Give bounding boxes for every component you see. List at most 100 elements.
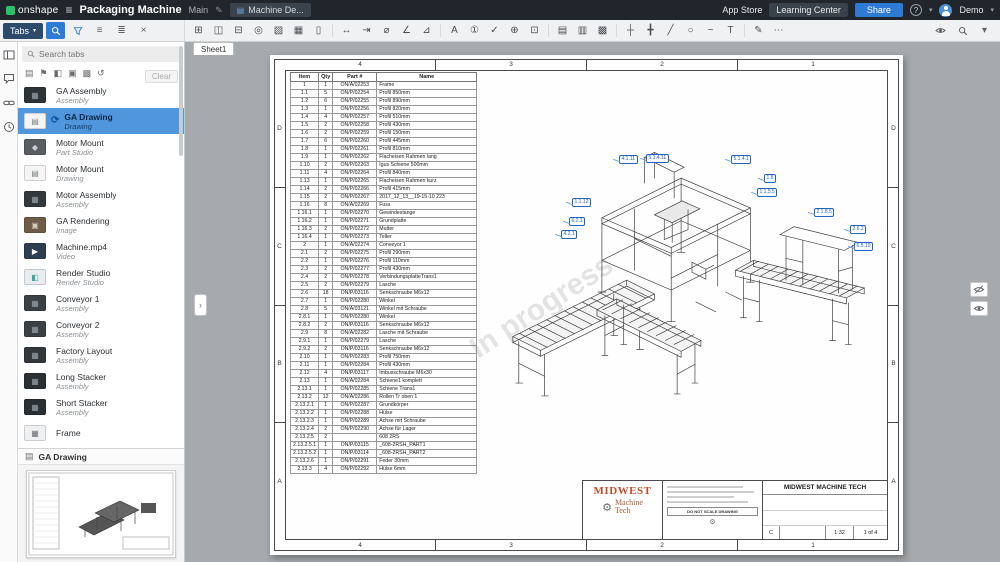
list-view-button[interactable]: ≡ — [90, 22, 109, 39]
hole-table-icon[interactable]: ▩ — [593, 22, 612, 39]
part-filter-icon[interactable]: ◧ — [54, 68, 63, 79]
image-filter-icon[interactable]: ▣ — [68, 68, 77, 79]
help-icon[interactable]: ? — [910, 4, 922, 16]
help-chevron-icon[interactable]: ▾ — [929, 6, 933, 14]
active-element-tab[interactable]: ▤ Machine De... — [230, 3, 311, 17]
tab-list-item[interactable]: ▤ Motor Mount Drawing — [18, 160, 184, 186]
angle-dimension-icon[interactable]: ∠ — [397, 22, 416, 39]
break-view-icon[interactable]: ▯ — [309, 22, 328, 39]
drawing-preview-thumbnail[interactable] — [26, 470, 176, 558]
edit-title-icon[interactable]: ✎ — [215, 5, 223, 16]
datum-icon[interactable]: ⊡ — [525, 22, 544, 39]
balloon-callout[interactable]: 5.1.4.1 — [731, 155, 751, 164]
section-view-icon[interactable]: ⊟ — [229, 22, 248, 39]
tabs-dropdown-button[interactable]: Tabs ▾ — [3, 23, 43, 39]
tab-list-item[interactable]: ◧ Render Studio Render Studio — [18, 264, 184, 290]
surface-finish-icon[interactable]: ✓ — [485, 22, 504, 39]
branch-label[interactable]: Main — [189, 5, 209, 15]
balloon-callout[interactable]: 1.1.5.5 — [757, 188, 777, 197]
separator-icon[interactable] — [744, 24, 745, 37]
tab-list-scrollbar[interactable] — [179, 46, 183, 156]
main-menu-icon[interactable]: ≡ — [65, 4, 72, 16]
projected-view-icon[interactable]: ◫ — [209, 22, 228, 39]
zoom-button[interactable] — [953, 22, 972, 39]
comments-button[interactable] — [2, 73, 15, 86]
document-filter-icon[interactable]: ▤ — [25, 68, 34, 79]
circle-icon[interactable]: ○ — [681, 22, 700, 39]
text-icon[interactable]: T — [721, 22, 740, 39]
auxiliary-view-icon[interactable]: ▧ — [269, 22, 288, 39]
geometric-tolerance-icon[interactable]: ⊕ — [505, 22, 524, 39]
tab-list-item[interactable]: ▦ Long Stacker Assembly — [18, 368, 184, 394]
table-icon[interactable]: ▤ — [553, 22, 572, 39]
separator-icon[interactable] — [440, 24, 441, 37]
chamfer-dimension-icon[interactable]: ⊿ — [417, 22, 436, 39]
insert-view-icon[interactable]: ⊞ — [189, 22, 208, 39]
centerline-icon[interactable]: ╋ — [641, 22, 660, 39]
crop-view-icon[interactable]: ▦ — [289, 22, 308, 39]
balloon-callout[interactable]: 1.8 — [764, 174, 776, 183]
balloon-callout[interactable]: 2.6.2 — [850, 225, 866, 234]
center-mark-icon[interactable]: ┼ — [621, 22, 640, 39]
balloon-callout[interactable]: 6.2.1 — [569, 217, 585, 226]
tab-list-item[interactable]: ▦ Short Stacker Assembly — [18, 394, 184, 420]
tab-list-item[interactable]: ▦ Conveyor 1 Assembly — [18, 290, 184, 316]
show-entities-button[interactable] — [970, 301, 988, 316]
balloon-callout[interactable]: 5.1.4.11 — [646, 154, 669, 163]
app-store-link[interactable]: App Store — [722, 5, 762, 15]
hide-show-button[interactable] — [931, 22, 950, 39]
detail-view-button[interactable]: ≣ — [112, 22, 131, 39]
panels-button[interactable] — [2, 49, 15, 62]
tab-list-item[interactable]: ▦ Frame — [18, 420, 184, 446]
table-filter-icon[interactable]: ▩ — [83, 68, 92, 79]
preview-panel-header[interactable]: ▤ GA Drawing — [18, 448, 184, 464]
close-tabs-panel-button[interactable]: × — [134, 22, 153, 39]
balloon-callout[interactable]: 4.2.1 — [561, 230, 577, 239]
tab-list-item[interactable]: ▶ Machine.mp4 Video — [18, 238, 184, 264]
separator-icon[interactable] — [332, 24, 333, 37]
note-icon[interactable]: A — [445, 22, 464, 39]
learning-center-link[interactable]: Learning Center — [769, 3, 848, 17]
more-tools-icon[interactable]: ⋯ — [769, 22, 788, 39]
bom-table-icon[interactable]: ▥ — [573, 22, 592, 39]
sheet-tab[interactable]: Sheet1 — [193, 42, 234, 55]
balloon-callout[interactable]: 1.1.12 — [572, 198, 591, 207]
history-filter-icon[interactable]: ↺ — [97, 68, 105, 79]
line-icon[interactable]: ╱ — [661, 22, 680, 39]
hide-entities-button[interactable] — [970, 282, 988, 297]
spline-icon[interactable]: ~ — [701, 22, 720, 39]
balloon-icon[interactable]: ① — [465, 22, 484, 39]
tab-list-item[interactable]: ◆ Motor Mount Part Studio — [18, 134, 184, 160]
tab-list-item[interactable]: ▦ Motor Assembly Assembly — [18, 186, 184, 212]
panel-expand-handle[interactable]: › — [194, 294, 207, 316]
detail-view-icon[interactable]: ◎ — [249, 22, 268, 39]
history-button[interactable] — [2, 121, 15, 134]
onshape-logo[interactable]: onshape — [6, 5, 58, 16]
share-button[interactable]: Share — [855, 3, 903, 17]
separator-icon[interactable] — [616, 24, 617, 37]
sketch-icon[interactable]: ✎ — [749, 22, 768, 39]
bom-table[interactable]: ItemQtyPart #Name 1 1 ON/A/02253 Frame 1… — [290, 72, 477, 474]
drawing-canvas[interactable]: Sheet1 › 4321 4321 DCBA DCBA ItemQtyPart… — [185, 42, 1000, 562]
follow-mode-button[interactable] — [2, 97, 15, 110]
user-chevron-icon[interactable]: ▾ — [990, 6, 994, 14]
dimension-icon[interactable]: ↔ — [337, 22, 356, 39]
tab-list-item[interactable]: ▦ Factory Layout Assembly — [18, 342, 184, 368]
balloon-callout[interactable]: 2.1.8.5 — [814, 208, 834, 217]
flag-filter-icon[interactable]: ⚑ — [40, 68, 48, 79]
tab-list-item[interactable]: ▣ GA Rendering Image — [18, 212, 184, 238]
collapse-toolbar-button[interactable]: ▾ — [975, 22, 994, 39]
diameter-dimension-icon[interactable]: ⌀ — [377, 22, 396, 39]
drawing-sheet[interactable]: 4321 4321 DCBA DCBA ItemQtyPart #Name 1 … — [270, 55, 903, 555]
search-tabs-input[interactable] — [39, 49, 175, 59]
tab-list-item[interactable]: ▦ Conveyor 2 Assembly — [18, 316, 184, 342]
search-tabs-button[interactable] — [46, 22, 65, 39]
user-avatar[interactable] — [939, 4, 952, 17]
balloon-callout[interactable]: 4.1.11 — [619, 155, 638, 164]
tab-list-item[interactable]: ▦ GA Assembly Assembly — [18, 82, 184, 108]
tab-list-item[interactable]: ▤ ⟳ GA Drawing Drawing — [18, 108, 184, 134]
filter-tabs-button[interactable] — [68, 22, 87, 39]
balloon-callout[interactable]: 6.5.10 — [854, 242, 873, 251]
ordinate-dimension-icon[interactable]: ⇥ — [357, 22, 376, 39]
separator-icon[interactable] — [548, 24, 549, 37]
